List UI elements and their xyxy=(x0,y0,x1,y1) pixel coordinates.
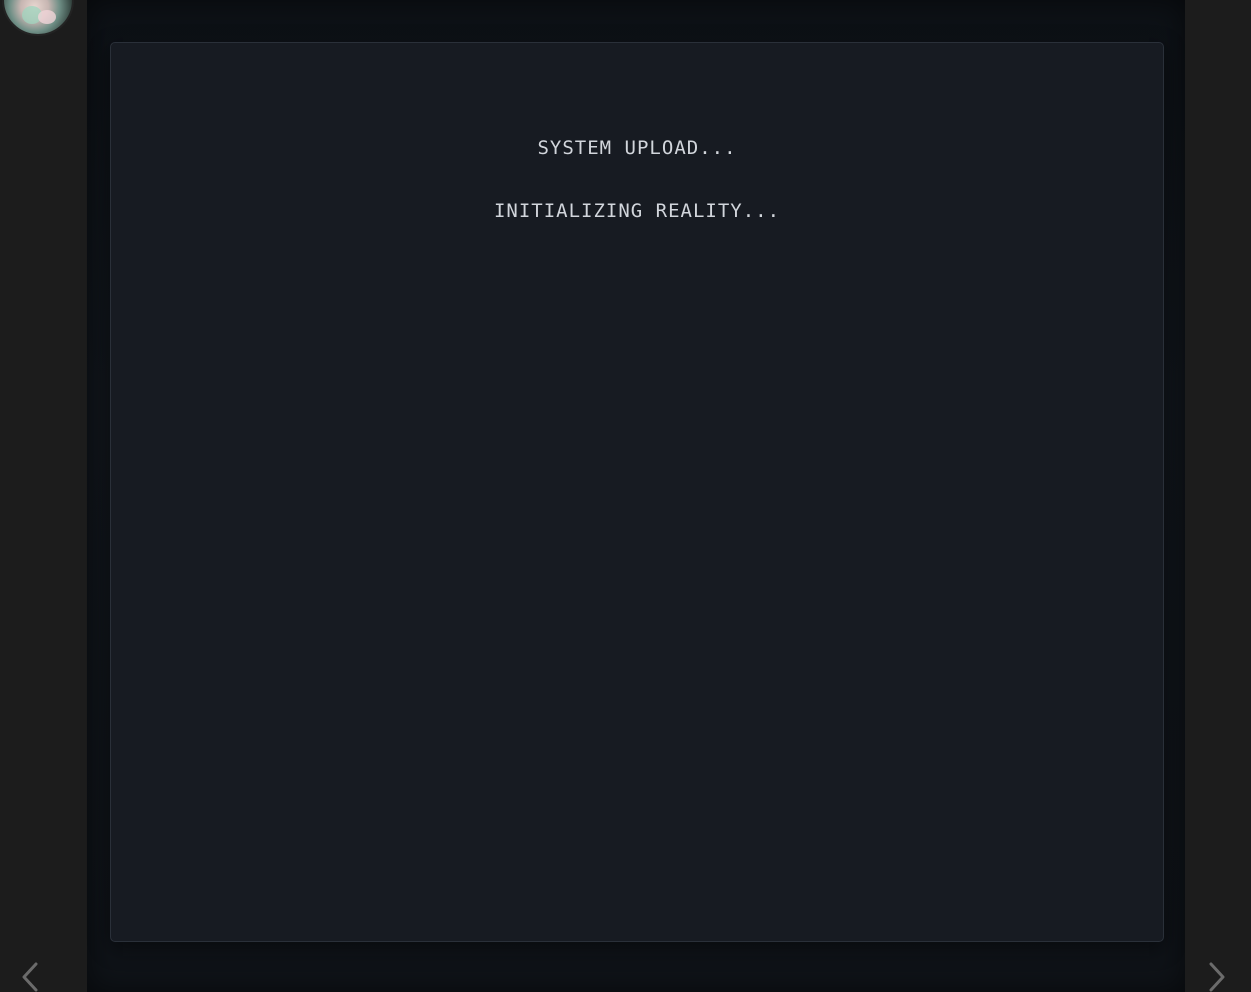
avatar-image-detail xyxy=(38,10,56,24)
chevron-left-icon xyxy=(22,962,38,992)
chevron-right-icon xyxy=(1209,962,1225,992)
next-button[interactable] xyxy=(1201,960,1231,992)
avatar[interactable] xyxy=(2,0,74,36)
left-rail xyxy=(0,0,87,992)
terminal-line-initializing: INITIALIZING REALITY... xyxy=(493,200,781,222)
terminal-line-system-upload: SYSTEM UPLOAD... xyxy=(537,137,737,159)
main-stage: SYSTEM UPLOAD... INITIALIZING REALITY... xyxy=(87,0,1185,992)
page: SYSTEM UPLOAD... INITIALIZING REALITY... xyxy=(0,0,1251,992)
previous-button[interactable] xyxy=(16,960,46,992)
terminal-panel: SYSTEM UPLOAD... INITIALIZING REALITY... xyxy=(110,42,1164,942)
right-rail xyxy=(1185,0,1251,992)
